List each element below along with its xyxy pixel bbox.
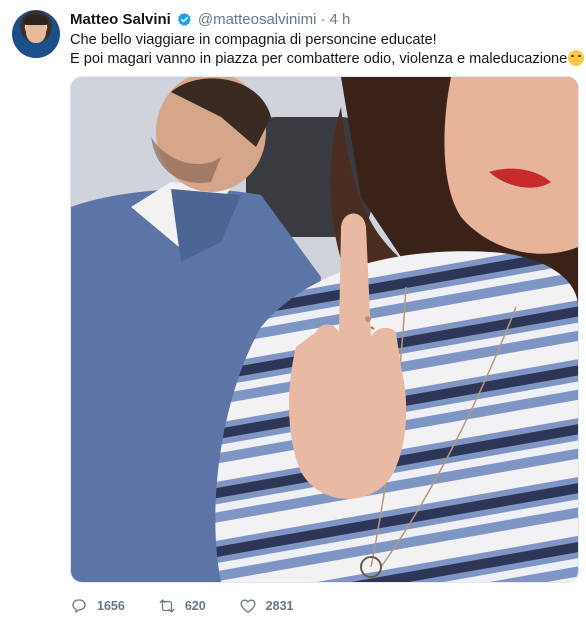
tweet-text-line-2-wrap: E poi magari vanno in piazza per combatt… <box>70 50 585 69</box>
avatar-shirt <box>16 44 56 58</box>
author-handle[interactable]: @matteosalvinimi <box>198 11 317 28</box>
tweet-photo[interactable] <box>70 76 579 583</box>
tweet-actions: 1656 620 2831 <box>70 595 326 617</box>
reply-action[interactable]: 1656 <box>70 597 125 615</box>
avatar-hair <box>24 15 48 25</box>
tweet-text-line-2: E poi magari vanno in piazza per combatt… <box>70 51 568 67</box>
reply-count: 1656 <box>97 599 125 613</box>
photo-illustration <box>71 77 578 582</box>
like-action[interactable]: 2831 <box>239 597 294 615</box>
tweet-card[interactable]: Matteo Salvini @matteosalvinimi · 4 h Ch… <box>0 0 586 619</box>
avatar[interactable] <box>12 10 60 58</box>
tweet-text: Che bello viaggiare in compagnia di pers… <box>70 31 585 69</box>
heart-icon <box>240 599 256 614</box>
face-with-tears-of-joy-icon <box>568 50 585 66</box>
tweet-timestamp[interactable]: 4 h <box>329 11 350 28</box>
separator-dot: · <box>320 10 326 28</box>
verified-badge-icon <box>177 12 191 26</box>
retweet-icon <box>159 599 175 613</box>
retweet-action[interactable]: 620 <box>158 597 206 615</box>
author-name[interactable]: Matteo Salvini <box>70 11 171 28</box>
reply-icon <box>72 599 86 613</box>
like-count: 2831 <box>265 599 294 613</box>
retweet-count: 620 <box>184 599 206 613</box>
tweet-header: Matteo Salvini @matteosalvinimi · 4 h <box>70 9 350 29</box>
tweet-text-line-1: Che bello viaggiare in compagnia di pers… <box>70 32 437 48</box>
